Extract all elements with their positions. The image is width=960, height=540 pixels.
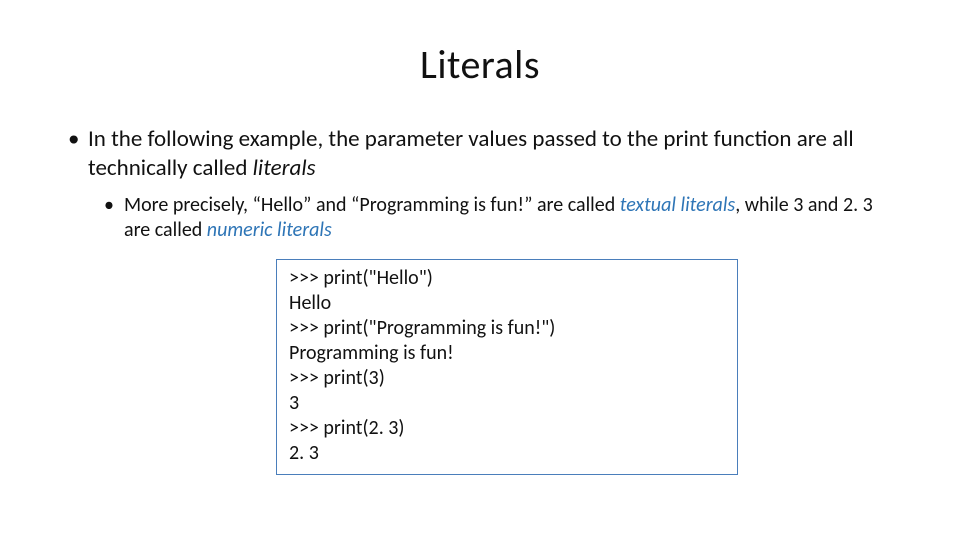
code-line: >>> print("Hello"): [289, 266, 725, 291]
bullet-level-2: More precisely, “Hello” and “Programming…: [100, 193, 896, 243]
code-line: >>> print(3): [289, 366, 725, 391]
bullet1-text: In the following example, the parameter …: [88, 125, 854, 182]
code-line: 3: [289, 391, 725, 416]
bullet-level-1: In the following example, the parameter …: [64, 125, 896, 183]
code-line: >>> print("Programming is fun!"): [289, 316, 725, 341]
bullet2-part1: More precisely, “Hello” and “Programming…: [124, 193, 620, 217]
bullet1-italic: literals: [253, 154, 316, 182]
slide: Literals In the following example, the p…: [0, 0, 960, 540]
code-line: Programming is fun!: [289, 341, 725, 366]
slide-title: Literals: [64, 40, 896, 89]
numeric-literals-term: numeric literals: [207, 218, 332, 242]
textual-literals-term: textual literals: [620, 193, 735, 217]
code-line: 2. 3: [289, 441, 725, 466]
code-line: >>> print(2. 3): [289, 416, 725, 441]
code-example-box: >>> print("Hello") Hello >>> print("Prog…: [276, 259, 738, 475]
code-line: Hello: [289, 291, 725, 316]
